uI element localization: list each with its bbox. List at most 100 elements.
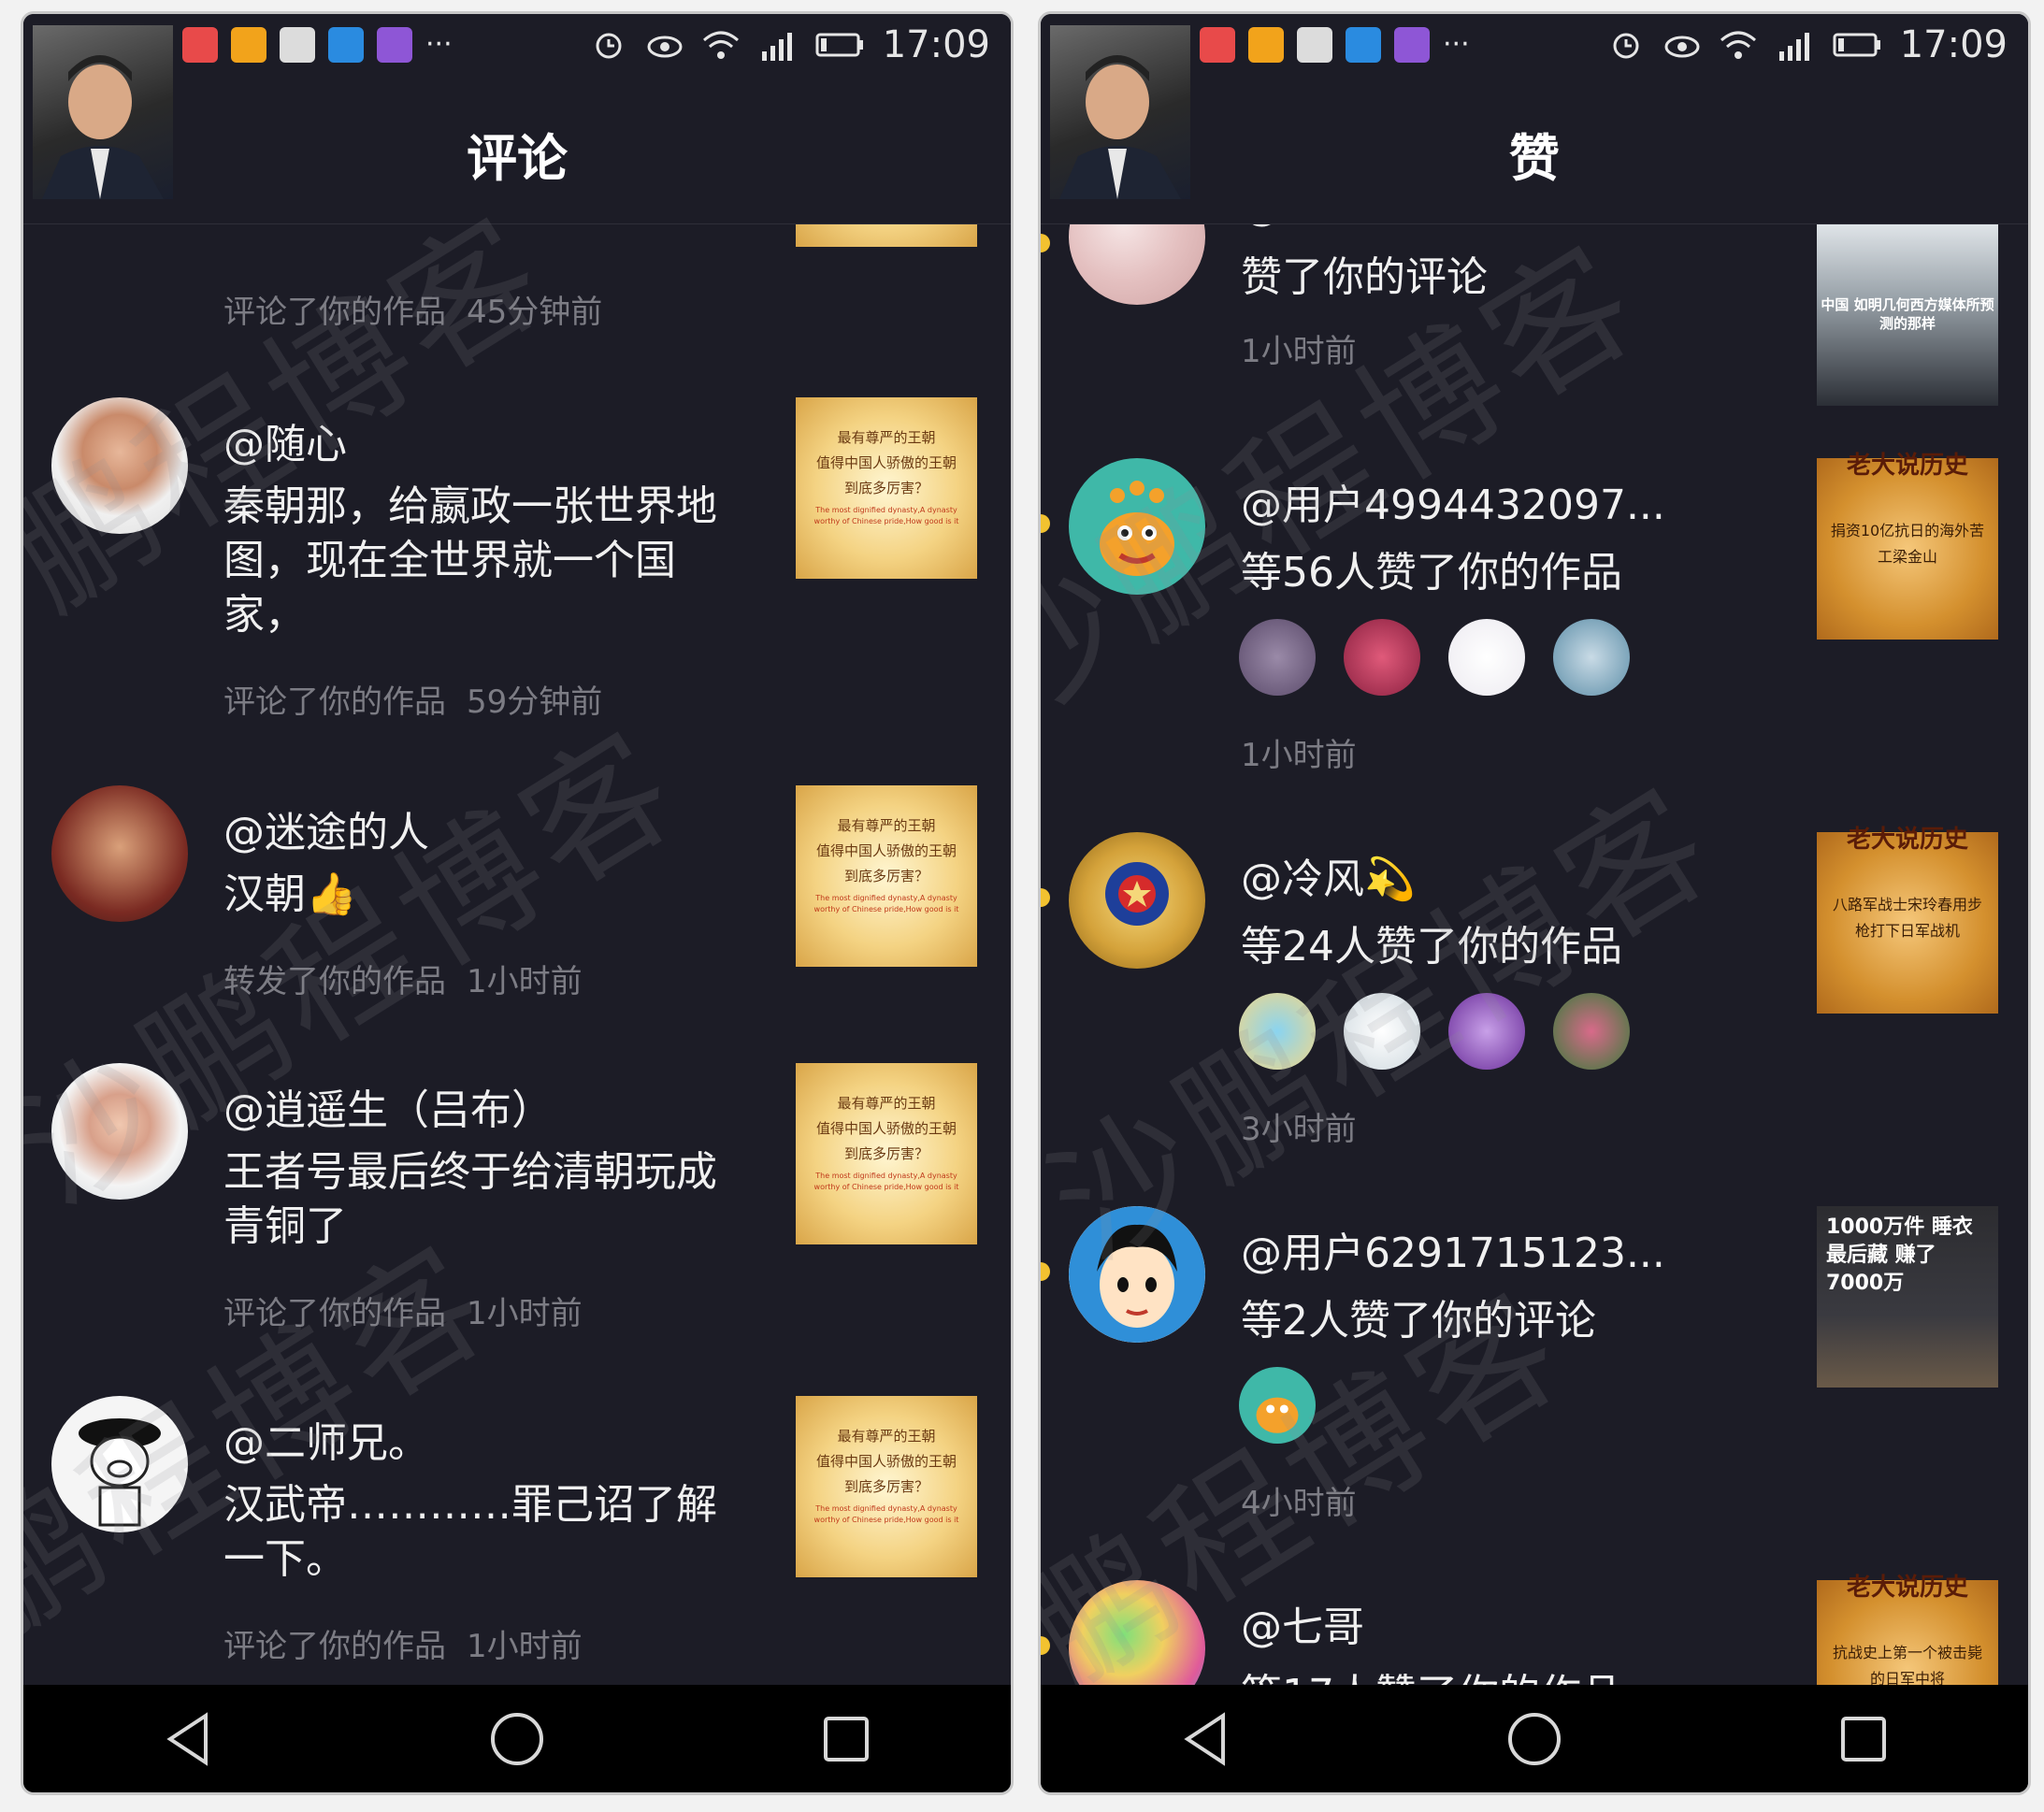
avatar[interactable] [1069, 832, 1205, 969]
home-button[interactable] [484, 1706, 550, 1772]
thumb-caption: 抗战史上第一个被击毙的日军中将 [1832, 1644, 1982, 1688]
comments-screen: 评论了你的作品 45分钟前 @随心 秦朝那，给嬴政一张世界地图，现在全世界就一个国… [21, 11, 1014, 1795]
navigation-bar [1041, 1685, 2028, 1792]
app-notification-icon [377, 27, 412, 63]
video-thumbnail[interactable]: 老大说历史 捐资10亿抗日的海外苦工梁金山 [1817, 453, 1998, 640]
commenter-name[interactable]: @二师兄。 [223, 1409, 429, 1469]
item-time: 3小时前 [1241, 1111, 1357, 1148]
liker-name[interactable]: @用户4994432097... [1241, 471, 1665, 531]
thumb-line: 到底多厉害？ [843, 480, 928, 496]
thumb-line: 最有尊严的王朝 [837, 1428, 936, 1445]
commenter-name[interactable]: @逍遥生（吕布） [223, 1076, 553, 1136]
back-button[interactable] [155, 1706, 221, 1772]
liker-avatar[interactable] [1553, 619, 1630, 696]
status-right: 17:09 [589, 23, 990, 66]
weibo-icon [231, 27, 266, 63]
wifi-icon [701, 25, 741, 65]
liker-avatar[interactable] [1239, 993, 1316, 1070]
item-time: 1小时前 [1241, 333, 1357, 370]
video-thumbnail[interactable]: 最有尊严的王朝 值得中国人骄傲的王朝 到底多厉害？ The most digni… [796, 397, 977, 579]
liker-avatar[interactable] [1344, 993, 1420, 1070]
page-title: 赞 [1509, 129, 1560, 188]
thumb-subtitle: The most dignified dynasty,A dynasty wor… [813, 506, 959, 525]
item-time: 4小时前 [1241, 1485, 1357, 1522]
video-thumbnail[interactable]: 中国 如明几何西方媒体所预测的那样 [1817, 224, 1998, 406]
signal-icon [757, 25, 797, 65]
monster-avatar-icon [1256, 1397, 1299, 1433]
cartoon-pig-icon [79, 1418, 161, 1527]
notification-icons: ··· [182, 27, 453, 63]
alipay-icon [328, 27, 364, 63]
item-meta: 评论了你的作品 1小时前 [223, 1620, 583, 1666]
thumb-caption: 捐资10亿抗日的海外苦工梁金山 [1830, 522, 1985, 566]
thumb-line: 值得中国人骄傲的王朝 [815, 454, 957, 471]
liker-name[interactable]: @七哥 [1241, 1593, 1364, 1653]
video-thumbnail[interactable]: 最有尊严的王朝 值得中国人骄傲的王朝 到底多厉害？ The most digni… [796, 785, 977, 967]
thumb-line: 到底多厉害？ [843, 868, 928, 884]
like-text: 等24人赞了你的作品 [1241, 923, 1622, 971]
video-thumbnail[interactable]: 1000万件 睡衣 最后藏 赚了7000万 [1817, 1206, 1998, 1388]
monster-avatar-icon [1100, 481, 1174, 576]
avatar[interactable] [1069, 1580, 1205, 1688]
thumb-heading: 老大说历史 [1846, 1574, 1968, 1602]
thumb-caption: 中国 如明几何西方媒体所预测的那样 [1821, 296, 1994, 332]
video-thumbnail[interactable] [796, 224, 977, 247]
likes-list[interactable]: @涛 赞了你的评论 1小时前 中国 如明几何西方媒体所预测的那样 @用户4994… [1041, 224, 2028, 1688]
video-thumbnail[interactable]: 最有尊严的王朝 值得中国人骄傲的王朝 到底多厉害？ The most digni… [796, 1396, 977, 1577]
battery-icon [1831, 25, 1883, 65]
avatar[interactable] [51, 1063, 188, 1200]
avatar[interactable] [51, 785, 188, 922]
video-thumbnail[interactable]: 最有尊严的王朝 值得中国人骄傲的王朝 到底多厉害？ The most digni… [796, 1063, 977, 1244]
like-text: 等56人赞了你的作品 [1241, 549, 1622, 597]
item-time: 1小时前 [467, 1628, 583, 1665]
scroll-marker [1041, 1262, 1050, 1281]
thumb-subtitle: The most dignified dynasty,A dynasty wor… [813, 1504, 959, 1524]
avatar[interactable] [1069, 1206, 1205, 1343]
commenter-name[interactable]: @随心 [223, 410, 347, 470]
commenter-name[interactable]: @迷途的人 [223, 798, 429, 858]
comments-list[interactable]: 评论了你的作品 45分钟前 @随心 秦朝那，给嬴政一张世界地图，现在全世界就一个国… [23, 224, 1011, 1688]
item-action: 评论了你的作品 [223, 683, 446, 721]
thumb-caption: 八路军战士宋玲春用步枪打下日军战机 [1832, 896, 1982, 940]
thumb-line: 到底多厉害？ [843, 1145, 928, 1162]
gallery-icon [280, 27, 315, 63]
item-action: 评论了你的作品 [223, 294, 446, 331]
thumb-subtitle: The most dignified dynasty,A dynasty wor… [813, 1172, 959, 1191]
liker-name[interactable]: @冷风💫 [1241, 845, 1416, 905]
avatar[interactable] [1069, 458, 1205, 595]
item-meta: 转发了你的作品 1小时前 [223, 956, 583, 1001]
recents-button[interactable] [1831, 1706, 1896, 1772]
liker-avatar[interactable] [1448, 619, 1525, 696]
app-notification-icon [1394, 27, 1430, 63]
avatar[interactable] [51, 397, 188, 534]
liker-avatar[interactable] [1239, 1367, 1316, 1444]
thumb-line: 最有尊严的王朝 [837, 429, 936, 446]
back-button[interactable] [1173, 1706, 1238, 1772]
liker-avatar[interactable] [1448, 993, 1525, 1070]
liker-name[interactable]: @用户6291715123... [1241, 1219, 1665, 1279]
avatar[interactable] [51, 1396, 188, 1532]
notification-icons: ··· [1200, 27, 1470, 63]
clock: 17:09 [1899, 23, 2008, 66]
video-thumbnail[interactable]: 老大说历史 抗战史上第一个被击毙的日军中将 [1817, 1575, 1998, 1688]
scroll-marker [1041, 234, 1050, 252]
item-time: 59分钟前 [467, 683, 603, 721]
item-action: 评论了你的作品 [223, 1295, 446, 1332]
comment-text: 王者号最后终于给清朝玩成青铜了 [223, 1148, 717, 1250]
battery-icon [813, 25, 866, 65]
avatar[interactable] [1069, 224, 1205, 305]
liker-avatar[interactable] [1239, 619, 1316, 696]
item-meta: 评论了你的作品 1小时前 [223, 1287, 583, 1333]
liker-avatar[interactable] [1553, 993, 1630, 1070]
gallery-icon [1297, 27, 1332, 63]
home-button[interactable] [1502, 1706, 1567, 1772]
more-notifications: ··· [1443, 28, 1470, 61]
item-time: 1小时前 [1241, 737, 1357, 774]
liker-avatar[interactable] [1344, 619, 1420, 696]
recents-button[interactable] [813, 1706, 879, 1772]
comment-text: 汉武帝…………罪己诏了解一下。 [223, 1481, 717, 1583]
video-thumbnail[interactable]: 老大说历史 八路军战士宋玲春用步枪打下日军战机 [1817, 827, 1998, 1014]
alarm-icon [589, 25, 628, 65]
liker-name[interactable]: @涛 [1241, 224, 1323, 232]
like-text: 等17人赞了你的作品 [1241, 1661, 1622, 1688]
